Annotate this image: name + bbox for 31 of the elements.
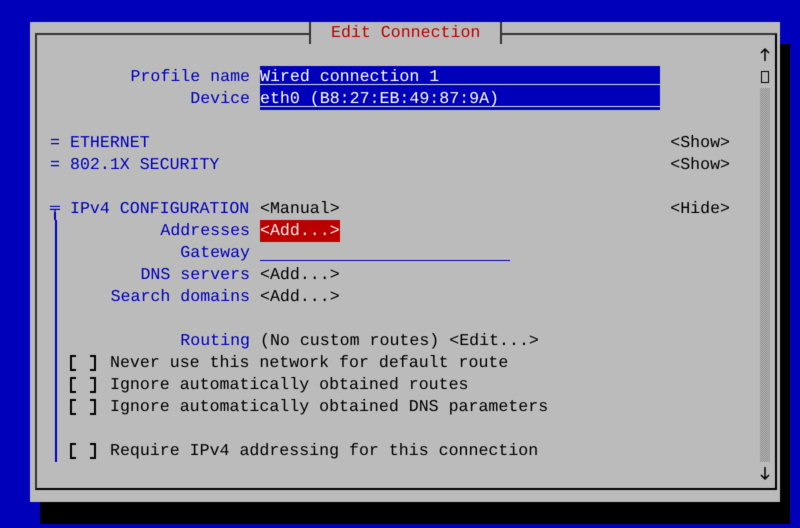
edit-button[interactable]: <Edit...> — [449, 330, 539, 352]
section-title: IPv4 CONFIGURATION — [70, 198, 250, 220]
section-title: ETHERNET — [70, 132, 151, 154]
scroll-down-arrow-icon[interactable] — [760, 466, 770, 480]
field-label: DNS servers — [139, 264, 250, 286]
section-toggle[interactable]: <Show> — [670, 154, 730, 176]
section-toggle[interactable]: <Show> — [670, 132, 730, 154]
scrollbar-thumb[interactable] — [761, 71, 769, 83]
routing-value: (No custom routes) — [260, 330, 440, 352]
checkbox-label: Never use this network for default route — [110, 352, 508, 374]
field-label: Addresses — [159, 220, 250, 242]
add-button[interactable]: <Add...> — [260, 220, 340, 242]
section-marker: = — [50, 132, 60, 154]
add-button[interactable]: <Add...> — [260, 286, 340, 308]
checkbox-label: Require IPv4 addressing for this connection — [110, 440, 538, 462]
field-label: Search domains — [110, 286, 250, 308]
field-label: Device — [189, 88, 250, 110]
text-field[interactable]: Wired connection 1 — [260, 66, 660, 88]
section-marker: = — [50, 154, 60, 176]
add-button[interactable]: <Add...> — [260, 264, 340, 286]
field-label: Profile name — [130, 66, 250, 88]
checkbox-label: Ignore automatically obtained routes — [110, 374, 468, 396]
field-label: Routing — [179, 330, 250, 352]
section-title: 802.1X SECURITY — [70, 154, 220, 176]
field-label: Gateway — [179, 242, 250, 264]
window-title: Edit Connection — [309, 22, 502, 44]
scroll-up-arrow-icon[interactable] — [760, 48, 770, 62]
section-toggle[interactable]: <Hide> — [670, 198, 730, 220]
text-field[interactable]: eth0 (B8:27:EB:49:87:9A) — [260, 88, 660, 110]
method-dropdown[interactable]: <Manual> — [260, 198, 340, 220]
checkbox-label: Ignore automatically obtained DNS parameters — [110, 396, 548, 418]
